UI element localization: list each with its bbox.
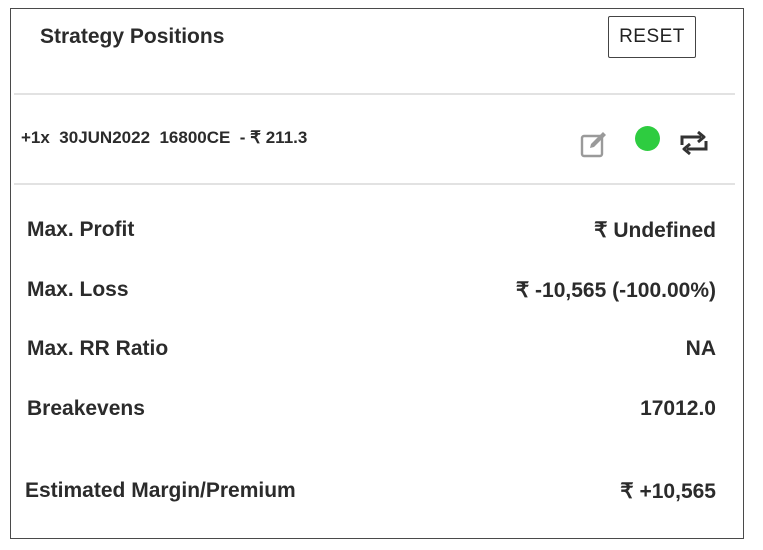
panel-title: Strategy Positions: [40, 25, 225, 48]
edit-icon[interactable]: [579, 129, 609, 159]
stat-row-breakevens: Breakevens 17012.0: [11, 389, 743, 429]
stat-value: 17012.0: [640, 397, 716, 420]
stat-value: ₹ -10,565 (-100.00%): [515, 278, 716, 302]
margin-value: ₹ +10,565: [620, 479, 716, 503]
stat-value: ₹ Undefined: [594, 218, 716, 242]
status-indicator: [635, 126, 660, 151]
stat-row-max-loss: Max. Loss ₹ -10,565 (-100.00%): [11, 270, 743, 310]
stat-label: Max. Profit: [27, 218, 135, 241]
margin-section: Estimated Margin/Premium ₹ +10,565: [11, 449, 743, 534]
stat-row-rr-ratio: Max. RR Ratio NA: [11, 329, 743, 369]
divider: [14, 183, 735, 185]
panel-header: Strategy Positions RESET: [11, 9, 743, 95]
stat-value: NA: [685, 337, 716, 360]
position-summary: +1x 30JUN2022 16800CE - ₹ 211.3: [21, 128, 308, 147]
stat-row-max-profit: Max. Profit ₹ Undefined: [11, 210, 743, 250]
position-row: +1x 30JUN2022 16800CE - ₹ 211.3: [11, 95, 743, 183]
repeat-icon[interactable]: [677, 128, 711, 158]
reset-button[interactable]: RESET: [608, 16, 696, 58]
margin-label: Estimated Margin/Premium: [25, 479, 296, 502]
stat-row-margin: Estimated Margin/Premium ₹ +10,565: [11, 471, 743, 511]
stat-label: Breakevens: [27, 397, 145, 420]
stat-label: Max. RR Ratio: [27, 337, 169, 360]
stat-label: Max. Loss: [27, 278, 129, 301]
strategy-positions-panel: Strategy Positions RESET +1x 30JUN2022 1…: [10, 8, 744, 539]
